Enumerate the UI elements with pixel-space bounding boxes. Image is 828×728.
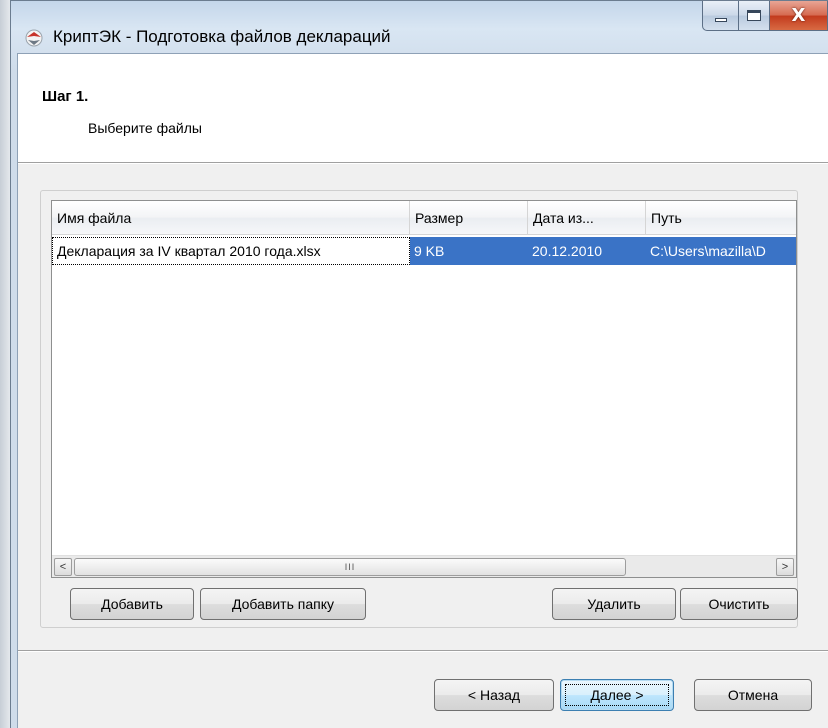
clear-button[interactable]: Очистить xyxy=(680,588,798,620)
scroll-right-button[interactable]: > xyxy=(776,558,794,576)
window-title: КриптЭК - Подготовка файлов деклараций xyxy=(53,27,391,46)
wizard-header: Шаг 1. Выберите файлы xyxy=(18,54,828,162)
delete-button[interactable]: Удалить xyxy=(552,588,676,620)
horizontal-scrollbar[interactable]: < III > xyxy=(52,555,796,577)
column-header-date[interactable]: Дата из... xyxy=(528,201,646,235)
footer-divider xyxy=(18,650,828,652)
maximize-icon xyxy=(747,10,761,21)
column-header-size[interactable]: Размер xyxy=(410,201,528,235)
title-bar[interactable]: КриптЭК - Подготовка файлов деклараций X xyxy=(11,1,828,53)
cell-file-name[interactable]: Декларация за IV квартал 2010 года.xlsx xyxy=(52,237,410,265)
table-row[interactable]: Декларация за IV квартал 2010 года.xlsx … xyxy=(52,237,796,265)
close-button[interactable]: X xyxy=(770,1,828,31)
file-list-table[interactable]: Имя файла Размер Дата из... Путь Деклара… xyxy=(51,200,797,578)
minimize-icon xyxy=(714,17,727,22)
cell-file-date[interactable]: 20.12.2010 xyxy=(528,237,646,265)
wizard-window: КриптЭК - Подготовка файлов деклараций X… xyxy=(10,0,828,728)
desktop-background xyxy=(0,0,10,728)
add-folder-button[interactable]: Добавить папку xyxy=(200,588,366,620)
scroll-left-button[interactable]: < xyxy=(54,558,72,576)
cancel-button[interactable]: Отмена xyxy=(694,679,812,711)
back-button[interactable]: < Назад xyxy=(434,679,554,711)
column-header-name[interactable]: Имя файла xyxy=(52,201,410,235)
table-header: Имя файла Размер Дата из... Путь xyxy=(52,201,796,235)
app-logo-icon xyxy=(25,29,43,47)
maximize-button[interactable] xyxy=(738,1,770,31)
column-header-path[interactable]: Путь xyxy=(646,201,796,235)
caption-buttons: X xyxy=(702,1,828,31)
cell-file-path[interactable]: C:\Users\mazilla\D xyxy=(646,237,796,265)
close-icon: X xyxy=(791,5,806,26)
cell-file-size[interactable]: 9 KB xyxy=(410,237,528,265)
client-area: Шаг 1. Выберите файлы Имя файла Размер Д… xyxy=(17,53,828,728)
scroll-thumb[interactable]: III xyxy=(74,558,626,576)
step-subtitle: Выберите файлы xyxy=(88,120,202,136)
minimize-button[interactable] xyxy=(702,1,738,31)
add-button[interactable]: Добавить xyxy=(70,588,194,620)
header-divider xyxy=(18,162,828,164)
step-title: Шаг 1. xyxy=(42,88,89,105)
next-button[interactable]: Далее > xyxy=(560,679,674,711)
